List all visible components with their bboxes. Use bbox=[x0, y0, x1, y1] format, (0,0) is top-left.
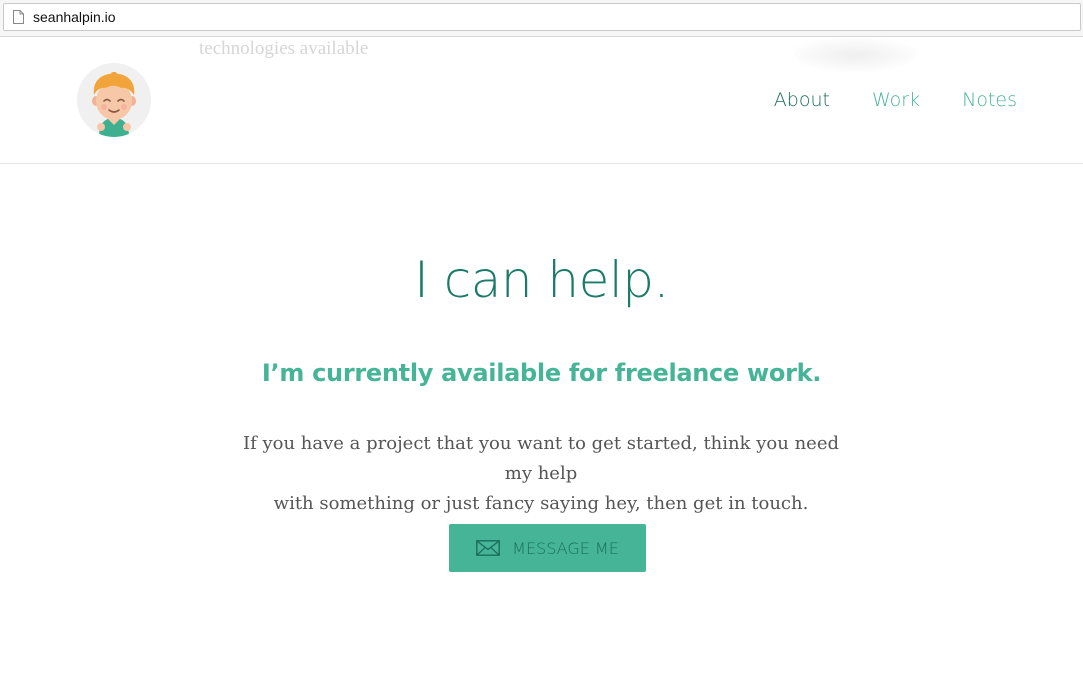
main-nav: About Work Notes bbox=[774, 89, 1017, 111]
nav-notes[interactable]: Notes bbox=[962, 89, 1017, 111]
browser-toolbar: seanhalpin.io bbox=[0, 0, 1083, 37]
nav-work[interactable]: Work bbox=[872, 89, 920, 111]
intro-paragraph: If you have a project that you want to g… bbox=[241, 429, 841, 519]
page-icon bbox=[13, 10, 24, 24]
boy-avatar-icon[interactable] bbox=[77, 63, 151, 137]
page-title: I can help. bbox=[414, 251, 669, 309]
message-me-button[interactable]: MESSAGE ME bbox=[449, 524, 646, 572]
logo-illustration bbox=[77, 63, 151, 137]
address-bar[interactable]: seanhalpin.io bbox=[3, 3, 1081, 31]
address-url: seanhalpin.io bbox=[33, 9, 116, 25]
subtitle: I’m currently available for freelance wo… bbox=[261, 359, 822, 387]
intro-line-1: If you have a project that you want to g… bbox=[242, 433, 839, 484]
site-header: About Work Notes bbox=[0, 37, 1083, 164]
envelope-icon bbox=[476, 540, 501, 556]
message-me-label: MESSAGE ME bbox=[512, 538, 619, 558]
nav-about[interactable]: About bbox=[774, 89, 830, 111]
intro-line-2: with something or just fancy saying hey,… bbox=[273, 493, 809, 514]
contact-section: I can help. I’m currently available for … bbox=[0, 165, 1083, 693]
